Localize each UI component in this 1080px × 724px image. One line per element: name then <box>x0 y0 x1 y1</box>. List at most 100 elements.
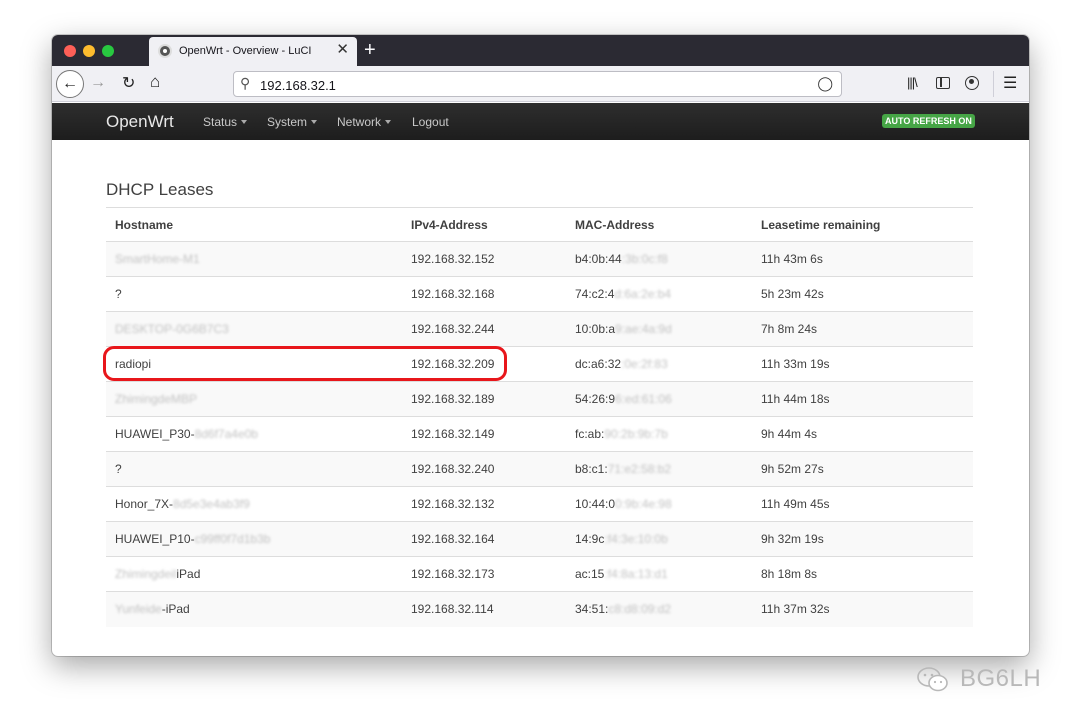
cell-ipv4: 192.168.32.244 <box>402 311 566 347</box>
cell-mac: ac:15:f4:8a:13:d1 <box>566 556 752 592</box>
browser-window: OpenWrt - Overview - LuCI ✕ + ← → ↻ ⌂ ⚲ … <box>52 35 1029 656</box>
cell-hostname-part: HUAWEI_P30- <box>115 427 195 441</box>
cell-leasetime-part: 9h 32m 19s <box>761 532 824 546</box>
cell-leasetime: 11h 44m 18s <box>752 381 973 417</box>
cell-ipv4: 192.168.32.168 <box>402 276 566 312</box>
cell-mac-part: 10:44:0 <box>575 497 616 511</box>
dhcp-leases-table: Hostname IPv4-Address MAC-Address Leaset… <box>106 207 973 627</box>
cell-ipv4: 192.168.32.132 <box>402 486 566 522</box>
cell-hostname: HUAWEI_P10-c99ff0f7d1b3b <box>106 521 402 557</box>
cell-ipv4: 192.168.32.164 <box>402 521 566 557</box>
new-tab-button[interactable]: + <box>364 39 376 61</box>
cell-hostname-part: ? <box>115 287 122 301</box>
menu-network-label: Network <box>337 115 382 129</box>
cell-ipv4-part: 192.168.32.189 <box>411 392 495 406</box>
account-icon[interactable] <box>965 76 979 90</box>
cell-leasetime: 8h 18m 8s <box>752 556 973 592</box>
address-bar[interactable]: ⚲ 192.168.32.1 ◯ <box>233 71 842 97</box>
cell-leasetime: 9h 44m 4s <box>752 416 973 452</box>
table-row: ? 192.168.32.240 b8:c1:71:e2:58:b2 9h 52m 2… <box>106 451 973 487</box>
cell-hostname: Yunfeide-iPad <box>106 591 402 627</box>
cell-mac-part: fc:ab: <box>575 427 605 441</box>
table-row: Yunfeide-iPad 192.168.32.114 34:51:c8:d8:0… <box>106 591 973 627</box>
cell-mac-part: :3b:0c:f8 <box>621 252 668 266</box>
navigation-toolbar: ← → ↻ ⌂ ⚲ 192.168.32.1 ◯ |||\ ☰ <box>52 66 1029 102</box>
cell-mac-part: 71:e2:58:b2 <box>607 462 672 476</box>
cell-hostname: SmartHome-M1 <box>106 241 402 277</box>
cell-leasetime-part: 11h 43m 6s <box>761 252 823 266</box>
table-row: HUAWEI_P30-8d6f7a4e0b 192.168.32.149 fc:ab… <box>106 416 973 452</box>
cell-ipv4-part: 192.168.32.152 <box>411 252 495 266</box>
sidebar-icon[interactable] <box>936 77 950 89</box>
cell-leasetime: 9h 32m 19s <box>752 521 973 557</box>
cell-mac-part: 10:0b:a <box>575 322 616 336</box>
cell-mac: b8:c1:71:e2:58:b2 <box>566 451 752 487</box>
home-icon[interactable]: ⌂ <box>150 72 160 92</box>
cell-mac: dc:a6:32:0e:2f:83 <box>566 346 752 382</box>
lightbulb-icon[interactable]: ◯ <box>817 75 833 92</box>
cell-mac-part: b4:0b:44 <box>575 252 622 266</box>
cell-hostname: ? <box>106 451 402 487</box>
column-header-leasetime: Leasetime remaining <box>752 207 973 242</box>
url-text[interactable]: 192.168.32.1 <box>260 78 336 93</box>
window-close-button[interactable] <box>64 45 76 57</box>
cell-ipv4: 192.168.32.149 <box>402 416 566 452</box>
cell-mac-part: 90:2b:9b:7b <box>604 427 668 441</box>
tab-openwrt-overview[interactable]: OpenWrt - Overview - LuCI ✕ <box>149 37 357 66</box>
cell-mac: b4:0b:44:3b:0c:f8 <box>566 241 752 277</box>
openwrt-brand[interactable]: OpenWrt <box>106 112 174 132</box>
cell-ipv4-part: 192.168.32.240 <box>411 462 495 476</box>
table-body: SmartHome-M1 192.168.32.152 b4:0b:44:3b:0c… <box>106 241 973 627</box>
cell-mac-part: 9:ae:4a:9d <box>615 322 672 336</box>
cell-mac-part: 74:c2:4 <box>575 287 615 301</box>
cell-hostname-part: ZhimingdeMBP <box>115 392 198 406</box>
wechat-icon <box>917 667 948 692</box>
cell-ipv4: 192.168.32.240 <box>402 451 566 487</box>
cell-hostname: ? <box>106 276 402 312</box>
menu-status-label: Status <box>203 115 238 129</box>
window-minimize-button[interactable] <box>83 45 95 57</box>
cell-leasetime-part: 11h 37m 32s <box>761 602 830 617</box>
cell-mac: 34:51:c8:d8:09:d2 <box>566 591 752 627</box>
table-row: ZhimingdeiliPad 192.168.32.173 ac:15:f4:8a… <box>106 556 973 592</box>
cell-hostname-part: Honor_7X- <box>115 497 174 511</box>
cell-hostname-part: SmartHome-M1 <box>115 252 200 266</box>
hamburger-menu-icon[interactable]: ☰ <box>1003 73 1017 93</box>
cell-hostname-part: 8d6f7a4e0b <box>194 427 258 441</box>
cell-leasetime-part: 9h 44m 4s <box>761 427 818 441</box>
cell-hostname-part: iPad <box>176 567 201 581</box>
cell-leasetime-part: 9h 52m 27s <box>761 462 824 476</box>
toolbar-divider <box>993 71 994 97</box>
back-arrow-icon[interactable]: ← <box>56 70 84 98</box>
search-icon: ⚲ <box>240 75 251 91</box>
cell-leasetime-part: 8h 18m 8s <box>761 567 818 581</box>
menu-network[interactable]: Network <box>337 115 392 129</box>
menu-logout[interactable]: Logout <box>412 115 449 129</box>
cell-ipv4-part: 192.168.32.132 <box>411 497 495 511</box>
library-icon[interactable]: |||\ <box>907 75 918 90</box>
cell-mac: fc:ab:90:2b:9b:7b <box>566 416 752 452</box>
watermark-text: BG6LH <box>960 665 1042 692</box>
cell-hostname-part: Zhimingdeil <box>115 567 177 581</box>
cell-mac-part: 14:9c <box>575 532 605 546</box>
cell-leasetime: 7h 8m 24s <box>752 311 973 347</box>
cell-hostname-part: -iPad <box>161 602 190 617</box>
cell-ipv4: 192.168.32.173 <box>402 556 566 592</box>
menu-system[interactable]: System <box>267 115 318 129</box>
cell-ipv4-part: 192.168.32.114 <box>411 602 494 617</box>
window-maximize-button[interactable] <box>102 45 114 57</box>
menu-status[interactable]: Status <box>203 115 248 129</box>
cell-mac: 10:0b:a9:ae:4a:9d <box>566 311 752 347</box>
reload-icon[interactable]: ↻ <box>122 73 135 93</box>
cell-leasetime-part: 11h 33m 19s <box>761 357 830 371</box>
cell-mac-part: 34:51: <box>575 602 609 617</box>
cell-mac: 54:26:96:ed:61:06 <box>566 381 752 417</box>
cell-hostname-part: c99ff0f7d1b3b <box>194 532 271 546</box>
cell-ipv4-part: 192.168.32.173 <box>411 567 495 581</box>
tab-close-icon[interactable]: ✕ <box>336 42 349 58</box>
cell-mac-part: :f4:3e:10:0b <box>604 532 668 546</box>
forward-arrow-icon[interactable]: → <box>90 74 106 92</box>
caret-down-icon <box>311 120 318 124</box>
auto-refresh-badge[interactable]: AUTO REFRESH ON <box>882 114 975 128</box>
cell-ipv4: 192.168.32.152 <box>402 241 566 277</box>
